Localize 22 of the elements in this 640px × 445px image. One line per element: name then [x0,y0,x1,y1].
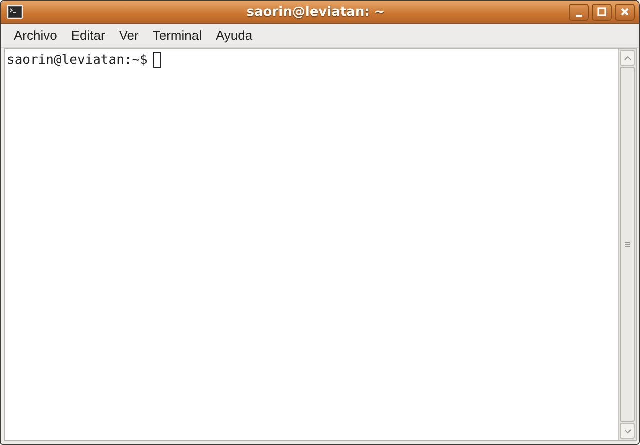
chevron-down-icon [624,428,632,434]
chevron-up-icon [624,56,632,60]
minimize-icon [576,14,582,16]
menu-item[interactable]: Ayuda [208,28,260,43]
close-icon [620,7,630,17]
scroll-down-button[interactable] [620,423,635,439]
scrollbar[interactable] [618,49,636,440]
scrollbar-thumb[interactable] [620,67,635,422]
text-cursor [152,52,161,68]
menu-item[interactable]: Ver [112,28,146,43]
window-title: saorin@leviatan: ~ [246,4,386,20]
prompt-text: saorin@leviatan:~$ [7,52,148,68]
maximize-button[interactable] [592,4,612,20]
menu-item[interactable]: Archivo [7,28,64,43]
scroll-up-button[interactable] [620,50,635,66]
grip-icon [625,242,630,248]
close-button[interactable] [615,4,635,20]
menu-item[interactable]: Terminal [146,28,209,43]
minimize-button[interactable] [569,4,589,20]
menu-item[interactable]: Editar [64,28,112,43]
terminal-icon [7,5,23,19]
maximize-icon [597,7,607,17]
